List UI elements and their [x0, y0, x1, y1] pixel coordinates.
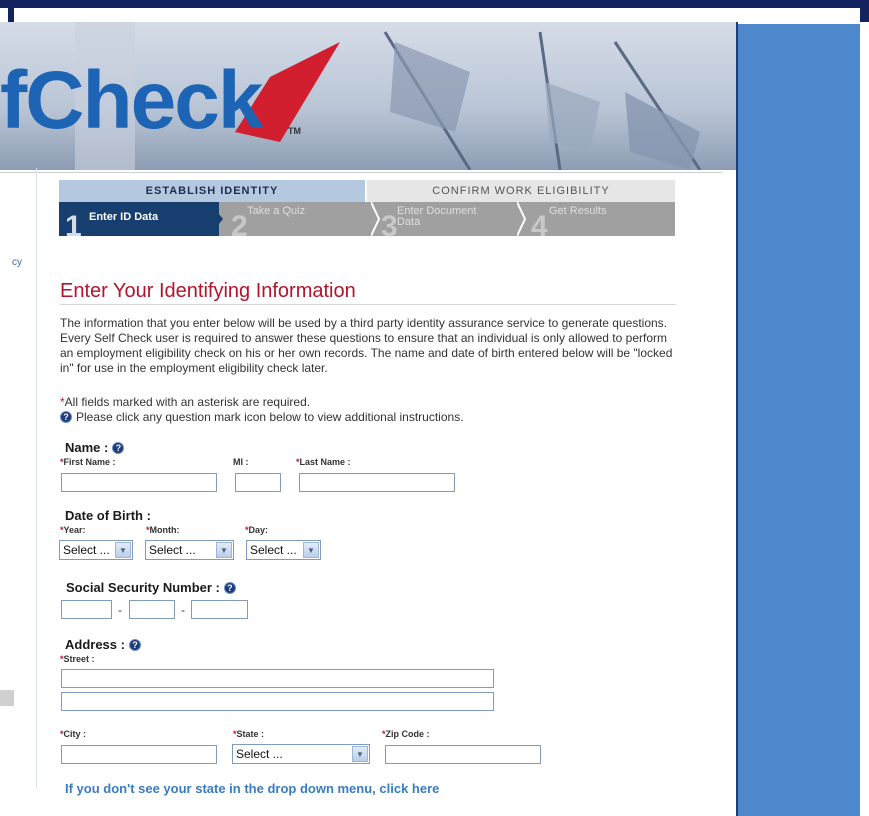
background-window-border-right [860, 0, 869, 22]
help-note-text: Please click any question mark icon belo… [76, 410, 464, 424]
step-label-line-2: Data [397, 216, 421, 228]
question-mark-icon: ? [60, 411, 72, 423]
first-name-label-text: First Name : [63, 457, 116, 467]
year-select-value: Select ... [63, 543, 110, 557]
zip-label: *Zip Code : [382, 729, 430, 739]
month-label-text: Month: [149, 525, 180, 535]
street-label: *Street : [60, 654, 95, 664]
page-title: Enter Your Identifying Information [60, 280, 356, 302]
day-select[interactable]: Select ... ▼ [246, 540, 321, 560]
mi-input[interactable] [235, 473, 281, 492]
step-label: Get Results [549, 205, 607, 217]
ssn-separator: - [181, 603, 185, 617]
year-label: *Year: [60, 525, 86, 535]
name-heading: Name : ? [65, 440, 125, 455]
day-select-value: Select ... [250, 543, 297, 557]
day-label: *Day: [245, 525, 269, 535]
street-label-text: Street : [63, 654, 95, 664]
sidebar-link-fragment[interactable]: cy [12, 257, 22, 268]
self-check-logo: fCheck [0, 55, 263, 146]
ssn-heading: Social Security Number : ? [66, 580, 236, 595]
year-select[interactable]: Select ... ▼ [59, 540, 133, 560]
city-label: *City : [60, 729, 87, 739]
chevron-down-icon[interactable]: ▼ [216, 542, 232, 558]
intro-paragraph: The information that you enter below wil… [60, 316, 673, 375]
zip-label-text: Zip Code : [385, 729, 430, 739]
ssn-heading-text: Social Security Number : [66, 580, 220, 595]
help-note: ? Please click any question mark icon be… [60, 410, 464, 424]
step-enter-document-data: 3 Enter Document Data [379, 202, 519, 244]
street-line-2-input[interactable] [61, 692, 494, 711]
ssn-part-1-input[interactable] [61, 600, 112, 619]
month-select-value: Select ... [149, 543, 196, 557]
background-window-border-top [0, 0, 869, 8]
name-heading-text: Name : [65, 440, 109, 455]
step-number: 3 [381, 210, 398, 243]
self-check-banner: fCheck TM [0, 22, 736, 170]
ssn-part-2-input[interactable] [129, 600, 175, 619]
question-mark-icon[interactable]: ? [112, 441, 125, 454]
address-heading-text: Address : [65, 637, 125, 652]
active-step-chevron [209, 202, 223, 236]
state-select-value: Select ... [236, 747, 283, 761]
step-label: Enter ID Data [89, 211, 159, 223]
required-note-text: All fields marked with an asterisk are r… [64, 395, 311, 409]
progress-steps: ESTABLISH IDENTITY CONFIRM WORK ELIGIBIL… [59, 180, 675, 260]
step-label: Enter Document Data [397, 206, 476, 228]
first-name-input[interactable] [61, 473, 217, 492]
title-divider [60, 304, 676, 305]
address-heading: Address : ? [65, 637, 141, 652]
step-number: 2 [231, 210, 248, 243]
step-number: 4 [531, 210, 548, 243]
required-note: *All fields marked with an asterisk are … [60, 395, 310, 409]
city-label-text: City : [63, 729, 87, 739]
chevron-down-icon[interactable]: ▼ [303, 542, 319, 558]
chevron-down-icon[interactable]: ▼ [352, 746, 368, 762]
zip-code-input[interactable] [385, 745, 541, 764]
last-name-label: *Last Name : [296, 457, 351, 467]
phase-establish-identity: ESTABLISH IDENTITY [59, 180, 365, 202]
right-edge-strip [860, 24, 869, 816]
state-label: *State : [233, 729, 265, 739]
banner-divider [0, 172, 722, 173]
step-enter-id-data: 1 Enter ID Data [59, 202, 219, 243]
question-mark-icon[interactable]: ? [223, 581, 236, 594]
step-label: Take a Quiz [247, 205, 306, 217]
ssn-separator: - [118, 603, 122, 617]
step-take-a-quiz: 2 Take a Quiz [225, 202, 375, 244]
state-not-listed-link[interactable]: If you don't see your state in the drop … [65, 781, 439, 796]
mi-label: MI : [233, 457, 249, 467]
dob-heading: Date of Birth : [65, 508, 151, 523]
year-label-text: Year: [63, 525, 86, 535]
state-select[interactable]: Select ... ▼ [232, 744, 370, 764]
chevron-down-icon[interactable]: ▼ [115, 542, 131, 558]
first-name-label: *First Name : [60, 457, 116, 467]
day-label-text: Day: [248, 525, 269, 535]
city-input[interactable] [61, 745, 217, 764]
last-name-input[interactable] [299, 473, 455, 492]
last-name-label-text: Last Name : [299, 457, 351, 467]
question-mark-icon[interactable]: ? [128, 638, 141, 651]
phase-confirm-eligibility: CONFIRM WORK ELIGIBILITY [367, 180, 675, 202]
step-get-results: 4 Get Results [525, 202, 675, 244]
month-label: *Month: [146, 525, 180, 535]
step-number: 1 [65, 210, 82, 243]
ssn-part-3-input[interactable] [191, 600, 248, 619]
state-label-text: State : [236, 729, 265, 739]
trademark-mark: TM [288, 126, 301, 136]
background-window-statusbar [0, 690, 14, 706]
right-side-panel [736, 24, 860, 816]
month-select[interactable]: Select ... ▼ [145, 540, 234, 560]
street-line-1-input[interactable] [61, 669, 494, 688]
sidebar-divider [36, 168, 37, 788]
